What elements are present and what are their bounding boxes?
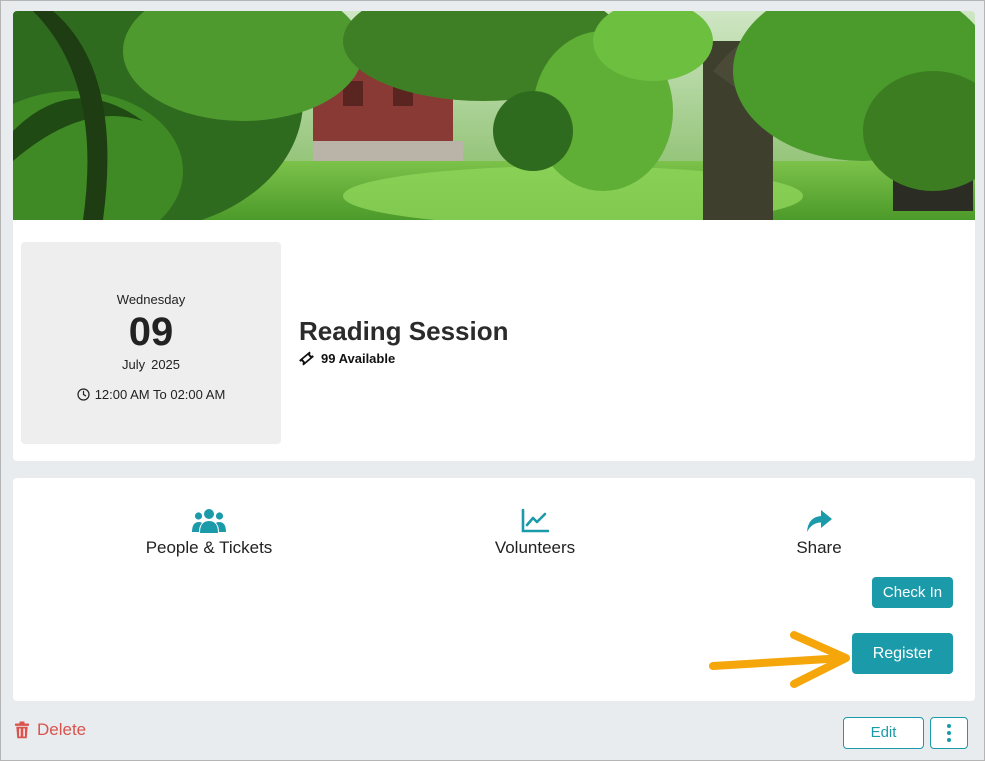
trash-icon bbox=[15, 721, 29, 739]
event-actions-card: People & Tickets Volunteers Share Check … bbox=[13, 478, 975, 701]
event-time-text: 12:00 AM To 02:00 AM bbox=[94, 387, 226, 402]
people-tickets-action[interactable]: People & Tickets bbox=[144, 508, 274, 558]
delete-label: Delete bbox=[37, 720, 87, 739]
event-title: Reading Session bbox=[299, 316, 509, 346]
event-month: July bbox=[121, 357, 146, 372]
register-button[interactable]: Register bbox=[852, 633, 953, 674]
share-action[interactable]: Share bbox=[789, 508, 849, 558]
chart-line-icon bbox=[487, 508, 583, 534]
check-in-button[interactable]: Check In bbox=[872, 577, 953, 608]
event-date-box: Wednesday 09 July 2025 12:00 AM To 02:00 … bbox=[21, 242, 281, 444]
event-header-card: Wednesday 09 July 2025 12:00 AM To 02:00 … bbox=[13, 11, 975, 461]
share-icon bbox=[789, 508, 849, 534]
edit-button[interactable]: Edit bbox=[843, 717, 924, 749]
event-weekday: Wednesday bbox=[116, 292, 186, 307]
ellipsis-vertical-icon bbox=[947, 724, 951, 728]
people-tickets-label: People & Tickets bbox=[145, 538, 273, 557]
clock-icon bbox=[77, 388, 90, 401]
event-time: 12:00 AM To 02:00 AM bbox=[21, 387, 281, 402]
volunteers-label: Volunteers bbox=[494, 538, 576, 557]
event-month-year: July 2025 bbox=[21, 357, 281, 372]
event-banner-image bbox=[13, 11, 975, 220]
availability: 99 Available bbox=[298, 350, 395, 367]
users-icon bbox=[144, 508, 274, 534]
share-label: Share bbox=[796, 538, 842, 557]
event-day: 09 bbox=[128, 310, 174, 354]
more-options-button[interactable] bbox=[930, 717, 968, 749]
ticket-icon bbox=[299, 351, 314, 366]
availability-text: 99 Available bbox=[321, 351, 396, 366]
delete-button[interactable]: Delete bbox=[14, 720, 86, 740]
volunteers-action[interactable]: Volunteers bbox=[487, 508, 583, 558]
event-year: 2025 bbox=[151, 357, 181, 372]
